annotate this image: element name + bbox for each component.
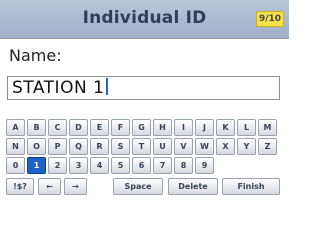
key-5[interactable]: 5 bbox=[111, 157, 130, 174]
key-a[interactable]: A bbox=[6, 119, 25, 136]
key-1[interactable]: 1 bbox=[27, 157, 46, 174]
key-t[interactable]: T bbox=[132, 138, 151, 155]
key-m[interactable]: M bbox=[258, 119, 277, 136]
page-title: Individual ID bbox=[82, 8, 207, 28]
key-8[interactable]: 8 bbox=[174, 157, 193, 174]
key-b[interactable]: B bbox=[27, 119, 46, 136]
delete-key[interactable]: Delete bbox=[168, 178, 218, 195]
key-7[interactable]: 7 bbox=[153, 157, 172, 174]
key-p[interactable]: P bbox=[48, 138, 67, 155]
finish-key[interactable]: Finish bbox=[222, 178, 280, 195]
key-d[interactable]: D bbox=[69, 119, 88, 136]
key-i[interactable]: I bbox=[174, 119, 193, 136]
key-n[interactable]: N bbox=[6, 138, 25, 155]
key-c[interactable]: C bbox=[48, 119, 67, 136]
key-z[interactable]: Z bbox=[258, 138, 277, 155]
screen: Individual ID 9/10 Name: STATION 1 ABCDE… bbox=[0, 0, 289, 216]
key-u[interactable]: U bbox=[153, 138, 172, 155]
key-x[interactable]: X bbox=[216, 138, 235, 155]
symbols-key[interactable]: !$? bbox=[6, 178, 34, 195]
key-3[interactable]: 3 bbox=[69, 157, 88, 174]
key-g[interactable]: G bbox=[132, 119, 151, 136]
key-l[interactable]: L bbox=[237, 119, 256, 136]
text-cursor bbox=[106, 78, 109, 95]
name-input[interactable]: STATION 1 bbox=[7, 76, 280, 100]
page-indicator-badge: 9/10 bbox=[256, 11, 284, 27]
key-y[interactable]: Y bbox=[237, 138, 256, 155]
key-r[interactable]: R bbox=[90, 138, 109, 155]
space-key[interactable]: Space bbox=[113, 178, 163, 195]
name-label: Name: bbox=[9, 46, 62, 65]
key-o[interactable]: O bbox=[27, 138, 46, 155]
cursor-left-key[interactable]: ← bbox=[38, 178, 61, 195]
key-s[interactable]: S bbox=[111, 138, 130, 155]
key-j[interactable]: J bbox=[195, 119, 214, 136]
key-q[interactable]: Q bbox=[69, 138, 88, 155]
cursor-right-key[interactable]: → bbox=[64, 178, 87, 195]
key-h[interactable]: H bbox=[153, 119, 172, 136]
key-k[interactable]: K bbox=[216, 119, 235, 136]
header-bar: Individual ID 9/10 bbox=[0, 0, 289, 39]
key-9[interactable]: 9 bbox=[195, 157, 214, 174]
key-f[interactable]: F bbox=[111, 119, 130, 136]
key-2[interactable]: 2 bbox=[48, 157, 67, 174]
key-0[interactable]: 0 bbox=[6, 157, 25, 174]
key-6[interactable]: 6 bbox=[132, 157, 151, 174]
key-v[interactable]: V bbox=[174, 138, 193, 155]
key-e[interactable]: E bbox=[90, 119, 109, 136]
name-input-value: STATION 1 bbox=[12, 78, 105, 98]
key-4[interactable]: 4 bbox=[90, 157, 109, 174]
key-w[interactable]: W bbox=[195, 138, 214, 155]
